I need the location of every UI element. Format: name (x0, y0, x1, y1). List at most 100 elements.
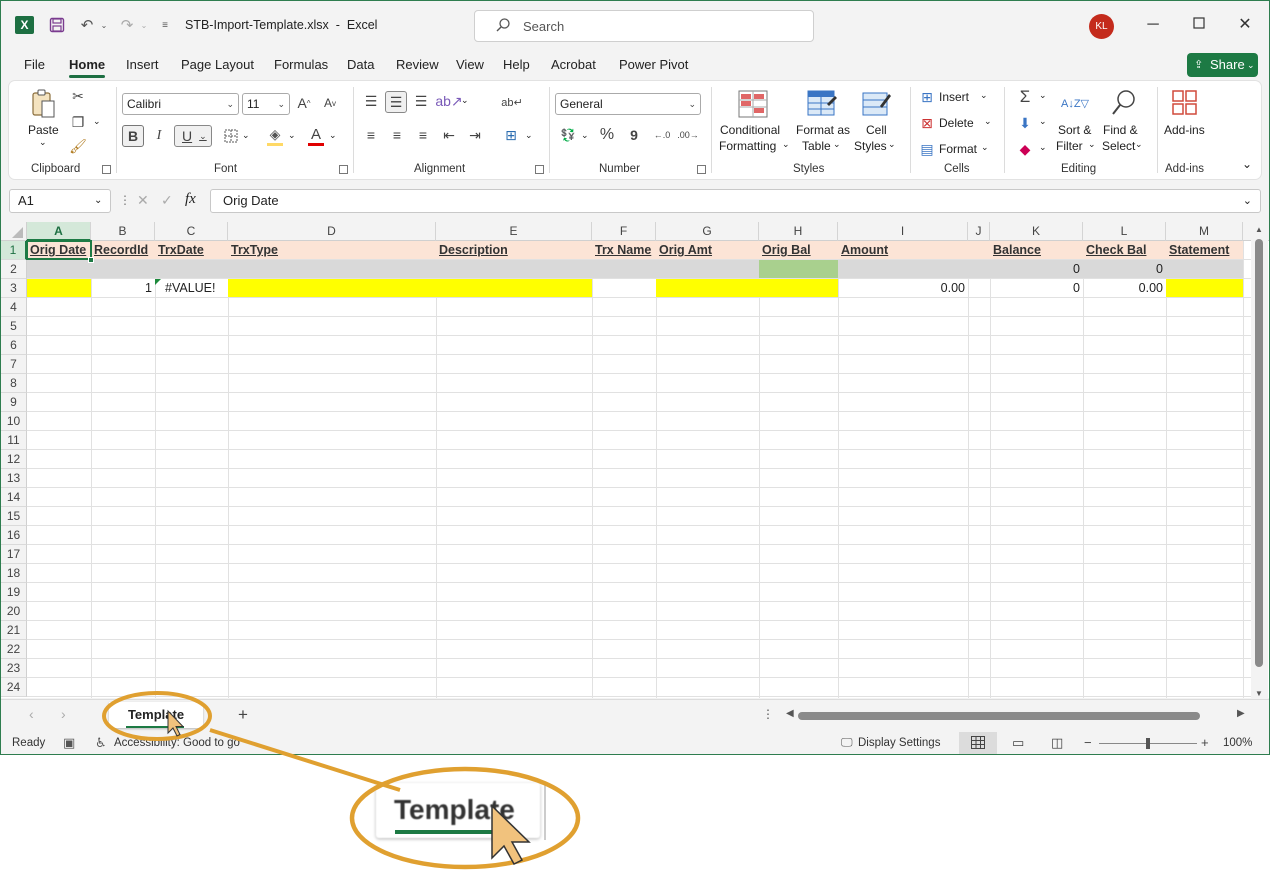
autosum-icon[interactable]: Σ (1015, 87, 1035, 107)
font-launcher-icon[interactable] (339, 165, 348, 174)
merge-center-icon[interactable]: ⊞ (501, 125, 521, 145)
top-align-icon[interactable]: ☰ (361, 91, 381, 111)
chevron-down-icon[interactable]: ⌄ (1039, 90, 1047, 101)
add-ins-button-label[interactable]: Add-ins (1164, 123, 1205, 137)
header-cell-h[interactable]: Orig Bal (759, 241, 838, 259)
tab-review[interactable]: Review (396, 57, 439, 72)
align-center-icon[interactable]: ≡ (387, 125, 407, 145)
prev-sheet-icon[interactable]: ‹ (29, 706, 34, 722)
cell-styles-label[interactable]: Cell (866, 123, 887, 137)
paste-dropdown-icon[interactable]: ⌄ (39, 137, 47, 148)
bottom-align-icon[interactable]: ☰ (411, 91, 431, 111)
worksheet-grid[interactable]: ABCDEFGHIJKLM 1 2 3 4 5 6 7 8 9 10 11 12 13 14 15 16 17 1… (1, 222, 1269, 698)
zoom-slider-thumb[interactable] (1146, 738, 1150, 749)
borders-dropdown-icon[interactable]: ⌄ (242, 130, 250, 141)
decrease-font-icon[interactable]: Av (321, 93, 339, 113)
tab-data[interactable]: Data (347, 57, 374, 72)
collapse-ribbon-icon[interactable]: ⌄ (1242, 157, 1252, 171)
column-header-g[interactable]: G (656, 222, 759, 241)
column-header-c[interactable]: C (155, 222, 228, 241)
sort-filter-label[interactable]: Sort & (1058, 123, 1091, 137)
search-box[interactable]: Search (474, 10, 814, 42)
row-header-19[interactable]: 19 (1, 583, 27, 602)
cell-c3[interactable]: #VALUE! (155, 279, 228, 297)
zoom-level[interactable]: 100% (1223, 737, 1252, 749)
cell-e2[interactable] (436, 260, 592, 278)
row-header-3[interactable]: 3 (1, 279, 27, 298)
header-cell-m[interactable]: Statement (1166, 241, 1243, 259)
underline-button[interactable]: U ⌄ (174, 125, 212, 147)
zoom-out-icon[interactable]: − (1084, 735, 1092, 750)
save-icon[interactable] (47, 15, 67, 35)
orientation-dropdown-icon[interactable]: ⌄ (461, 95, 469, 106)
row-header-15[interactable]: 15 (1, 507, 27, 526)
insert-cells-label[interactable]: Insert (939, 90, 969, 104)
row-header-22[interactable]: 22 (1, 640, 27, 659)
cell-styles-icon[interactable] (861, 89, 893, 119)
cell-a3[interactable] (27, 279, 91, 297)
cell-d3[interactable] (228, 279, 436, 297)
row-header-18[interactable]: 18 (1, 564, 27, 583)
user-avatar[interactable]: KL (1089, 14, 1114, 39)
customize-toolbar-icon[interactable]: ≡ (155, 15, 175, 35)
format-painter-icon[interactable]: 🖌 (69, 137, 87, 155)
paste-label[interactable]: Paste (28, 123, 59, 137)
cell-m3[interactable] (1166, 279, 1243, 297)
column-header-a[interactable]: A (27, 222, 91, 241)
chevron-down-icon[interactable]: ⌄ (833, 139, 841, 150)
number-launcher-icon[interactable] (697, 165, 706, 174)
row-header-4[interactable]: 4 (1, 298, 27, 317)
header-cell-l[interactable]: Check Bal (1083, 241, 1166, 259)
column-header-b[interactable]: B (91, 222, 155, 241)
next-sheet-icon[interactable]: › (61, 706, 66, 722)
delete-cells-icon[interactable]: ⊠ (919, 115, 935, 131)
header-cell-d[interactable]: TrxType (228, 241, 436, 259)
cell-h3[interactable] (759, 279, 838, 297)
find-select-icon[interactable] (1109, 87, 1139, 119)
insert-cells-icon[interactable]: ⊞ (919, 89, 935, 105)
vertical-scroll-thumb[interactable] (1255, 239, 1263, 667)
row-header-8[interactable]: 8 (1, 374, 27, 393)
cell-k3[interactable]: 0 (990, 279, 1083, 297)
header-cell-e[interactable]: Description (436, 241, 592, 259)
decrease-indent-icon[interactable]: ⇤ (439, 125, 459, 145)
scroll-up-icon[interactable]: ▲ (1255, 225, 1263, 234)
format-as-table-label-2[interactable]: Table (802, 139, 831, 153)
cell-b2[interactable] (91, 260, 155, 278)
column-header-k[interactable]: K (990, 222, 1083, 241)
fill-handle[interactable] (88, 257, 94, 263)
format-as-table-icon[interactable] (806, 89, 838, 119)
increase-indent-icon[interactable]: ⇥ (465, 125, 485, 145)
row-header-20[interactable]: 20 (1, 602, 27, 621)
row-header-2[interactable]: 2 (1, 260, 27, 279)
italic-button[interactable]: I (149, 125, 169, 147)
cell-b3[interactable]: 1 (91, 279, 155, 297)
cell-d2[interactable] (228, 260, 436, 278)
orientation-icon[interactable]: ab↗ (435, 91, 462, 111)
chevron-down-icon[interactable]: ⌄ (1088, 139, 1096, 150)
cell-i3[interactable]: 0.00 (838, 279, 968, 297)
redo-dropdown-icon[interactable]: ⌄ (134, 15, 154, 35)
row-header-9[interactable]: 9 (1, 393, 27, 412)
chevron-down-icon[interactable]: ⌄ (1039, 142, 1047, 153)
row-header-11[interactable]: 11 (1, 431, 27, 450)
more-options-icon[interactable]: ⋮ (762, 707, 774, 721)
name-box[interactable]: A1 ⌄ (9, 189, 111, 213)
font-color-dropdown-icon[interactable]: ⌄ (329, 130, 337, 141)
header-cell-c[interactable]: TrxDate (155, 241, 228, 259)
row-header-17[interactable]: 17 (1, 545, 27, 564)
row-header-13[interactable]: 13 (1, 469, 27, 488)
column-header-e[interactable]: E (436, 222, 592, 241)
maximize-icon[interactable] (1187, 13, 1211, 37)
fill-down-icon[interactable]: ⬇ (1015, 113, 1035, 133)
minimize-icon[interactable]: ─ (1141, 13, 1165, 37)
header-cell-f[interactable]: Trx Name (592, 241, 656, 259)
cell-a2[interactable] (27, 260, 91, 278)
row-header-12[interactable]: 12 (1, 450, 27, 469)
normal-view-button[interactable] (959, 732, 997, 754)
close-icon[interactable]: ✕ (1233, 13, 1257, 37)
row-header-6[interactable]: 6 (1, 336, 27, 355)
cell-h2[interactable] (759, 260, 838, 278)
clear-icon[interactable]: ◆ (1015, 139, 1035, 159)
format-cells-label[interactable]: Format (939, 142, 977, 156)
